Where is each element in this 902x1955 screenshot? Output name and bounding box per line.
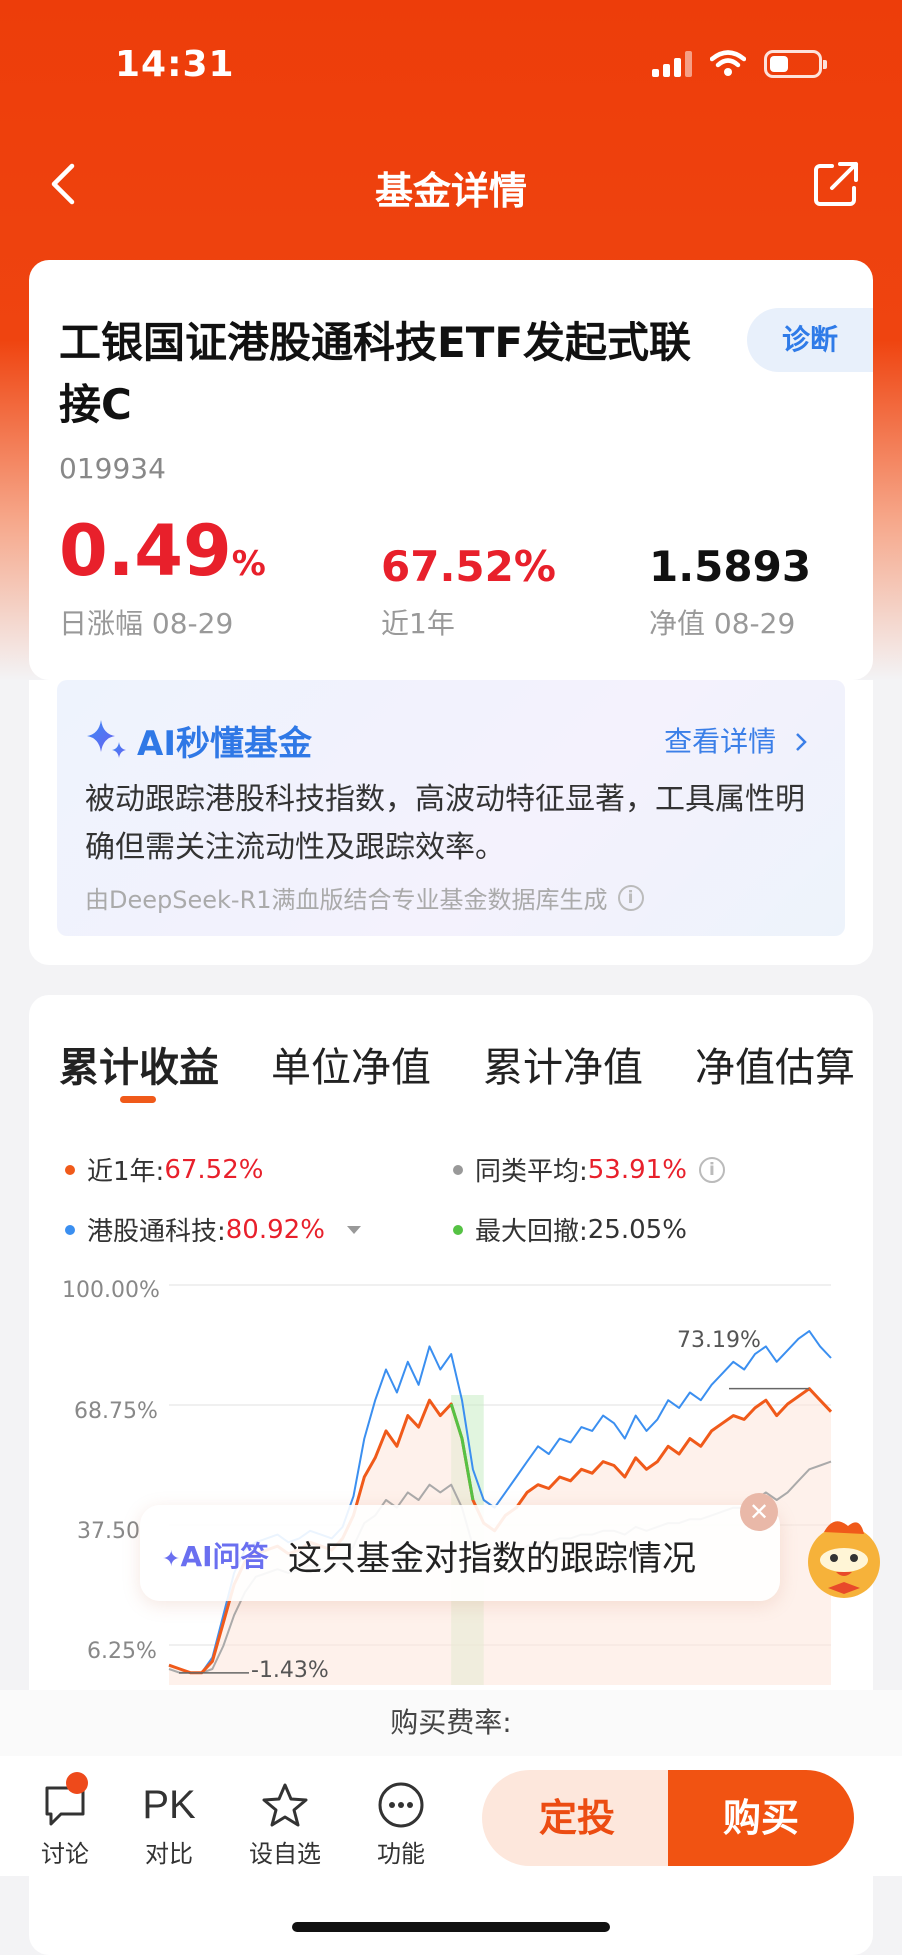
ai-summary-section: AI秒懂基金 查看详情 被动跟踪港股科技指数，高波动特征显著，工具属性明确但需关… <box>29 680 873 965</box>
ai-ask-prefix-label: AI问答 <box>180 1540 269 1573</box>
chevron-right-icon <box>796 733 807 751</box>
diagnose-button[interactable]: 诊断 <box>747 308 873 372</box>
legend-dot <box>453 1164 463 1175</box>
fund-name: 工银国证港股通科技ETF发起式联接C <box>59 318 692 429</box>
info-icon[interactable]: i <box>617 884 644 911</box>
ai-summary-title: AI秒懂基金 <box>137 724 312 764</box>
mascot-icon[interactable] <box>798 1510 890 1602</box>
annotation-label: 73.19% <box>677 1328 761 1353</box>
fund-info-card: 工银国证港股通科技ETF发起式联接C 诊断 019934 0.49% 67.52… <box>29 260 873 680</box>
nav-label: 净值 08-29 <box>649 607 796 640</box>
more-label: 功能 <box>377 1840 425 1868</box>
ai-summary-card[interactable]: AI秒懂基金 查看详情 被动跟踪港股科技指数，高波动特征显著，工具属性明确但需关… <box>57 680 845 936</box>
sparkle-icon <box>87 720 126 758</box>
auto-invest-button[interactable]: 定投 <box>482 1770 672 1866</box>
close-icon[interactable]: ✕ <box>740 1493 778 1531</box>
buy-button[interactable]: 购买 <box>668 1770 854 1866</box>
ai-footnote-text: 由DeepSeek-R1满血版结合专业基金数据库生成 <box>85 886 608 914</box>
legend-dot <box>453 1224 463 1235</box>
info-icon[interactable]: i <box>698 1156 725 1183</box>
star-icon <box>240 1780 330 1830</box>
ai-ask-prefix: ✦AI问答 <box>162 1535 269 1575</box>
view-details-label: 查看详情 <box>664 725 777 758</box>
notification-dot <box>66 1772 88 1794</box>
caret-down-icon <box>346 1225 361 1234</box>
tab-cumulative-nav[interactable]: 累计净值 <box>483 1035 643 1093</box>
share-icon[interactable] <box>812 160 860 208</box>
home-indicator <box>292 1922 610 1932</box>
wifi-icon <box>710 50 746 76</box>
daily-change: 0.49% <box>59 516 266 586</box>
signal-icon <box>652 51 692 77</box>
tab-cumulative-return[interactable]: 累计收益 <box>59 1035 219 1093</box>
chart-tabs: 累计收益 单位净值 累计净值 净值估算 <box>59 1035 855 1093</box>
nav-value: 1.5893 <box>649 542 812 591</box>
legend-drawdown-label: 最大回撤: <box>475 1217 588 1247</box>
status-icons <box>652 50 827 78</box>
ai-summary-text: 被动跟踪港股科技指数，高波动特征显著，工具属性明确但需关注流动性及跟踪效率。 <box>85 782 805 865</box>
legend-dot <box>65 1164 75 1175</box>
legend-year-value: 67.52% <box>164 1154 264 1185</box>
fund-code: 019934 <box>59 452 166 485</box>
ai-footnote: 由DeepSeek-R1满血版结合专业基金数据库生成 i <box>85 880 644 915</box>
annotation-label: -1.43% <box>251 1658 329 1683</box>
view-details-link[interactable]: 查看详情 <box>664 720 809 760</box>
compare-label: 对比 <box>145 1840 193 1868</box>
legend-drawdown-value: 25.05% <box>587 1214 687 1245</box>
tab-nav-estimate[interactable]: 净值估算 <box>695 1035 855 1093</box>
discuss-label: 讨论 <box>41 1840 89 1868</box>
ai-ask-text: 这只基金对指数的跟踪情况 <box>288 1539 696 1579</box>
add-watchlist-button[interactable]: 设自选 <box>240 1780 330 1869</box>
legend-peer-avg: 同类平均: 53.91% i <box>453 1151 725 1188</box>
tab-indicator <box>120 1096 156 1103</box>
tab-unit-nav[interactable]: 单位净值 <box>271 1035 431 1093</box>
year-return: 67.52% <box>381 542 556 591</box>
page-title: 基金详情 <box>374 169 527 213</box>
legend-index-value: 80.92% <box>225 1214 325 1245</box>
more-functions-button[interactable]: 功能 <box>356 1780 446 1869</box>
legend-peer-value: 53.91% <box>587 1154 687 1185</box>
legend-index[interactable]: 港股通科技: 80.92% <box>65 1211 361 1248</box>
status-time: 14:31 <box>115 44 235 85</box>
year-return-label: 近1年 <box>381 607 455 640</box>
compare-button[interactable]: PK 对比 <box>124 1780 214 1869</box>
more-icon <box>356 1780 446 1830</box>
battery-icon <box>764 50 827 78</box>
daily-change-unit: % <box>231 544 266 584</box>
pk-icon: PK <box>142 1783 196 1827</box>
legend-year-label: 近1年: <box>87 1157 165 1187</box>
watchlist-label: 设自选 <box>249 1840 321 1868</box>
daily-change-value: 0.49 <box>59 510 232 592</box>
purchase-fee[interactable]: 购买费率: <box>0 1690 902 1756</box>
comment-icon <box>20 1780 110 1830</box>
bottom-action-bar: 讨论 PK 对比 设自选 功能 定投 购买 <box>0 1756 902 1876</box>
daily-change-label: 日涨幅 08-29 <box>59 607 234 640</box>
return-chart[interactable]: 73.19% -1.43% <box>29 1265 873 1685</box>
discuss-button[interactable]: 讨论 <box>20 1772 110 1869</box>
legend-peer-label: 同类平均: <box>475 1157 588 1187</box>
legend-dot <box>65 1224 75 1235</box>
legend-max-drawdown: 最大回撤: 25.05% <box>453 1211 687 1248</box>
legend-year: 近1年: 67.52% <box>65 1151 263 1188</box>
legend-index-label: 港股通科技: <box>87 1217 226 1247</box>
sparkle-icon: ✦ <box>162 1547 181 1572</box>
ai-ask-bubble[interactable]: ✦AI问答 这只基金对指数的跟踪情况 ✕ <box>140 1493 780 1601</box>
